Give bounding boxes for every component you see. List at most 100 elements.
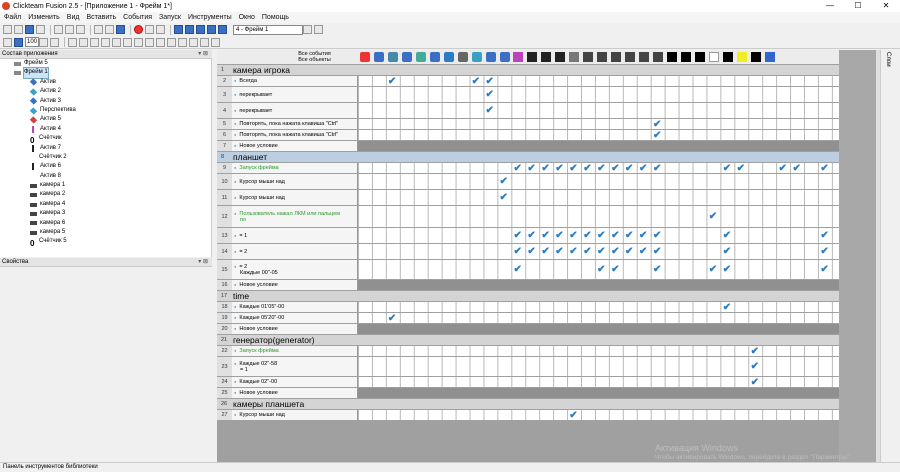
pane-controls[interactable]: ▾ ⊠ [198, 50, 212, 58]
object-icon[interactable] [694, 52, 705, 62]
menu-item-7[interactable]: Окно [239, 14, 255, 21]
action-checkmark[interactable]: ✔ [639, 231, 647, 241]
action-checkmark[interactable]: ✔ [527, 231, 535, 241]
menu-item-2[interactable]: Вид [67, 14, 80, 21]
condition[interactable]: Новое условие [232, 141, 358, 151]
frame-editor-icon[interactable] [185, 25, 194, 34]
action-checkmark[interactable]: ✔ [723, 231, 731, 241]
action-checkmark[interactable]: ✔ [751, 346, 759, 357]
action-checkmark[interactable]: ✔ [472, 76, 480, 87]
tools-icon[interactable] [211, 37, 220, 47]
object-icon[interactable] [541, 52, 552, 62]
action-cells[interactable]: ✔ ✔ ✔ ✔ ✔ ✔ ✔ ✔ ✔ ✔ ✔ ✔ ✔ [358, 228, 839, 243]
action-checkmark[interactable]: ✔ [639, 247, 647, 257]
action-checkmark[interactable]: ✔ [555, 231, 563, 241]
menu-item-0[interactable]: Файл [4, 14, 21, 21]
condition[interactable]: перекрывает [232, 87, 358, 102]
action-checkmark[interactable]: ✔ [611, 163, 619, 174]
hide-icon[interactable] [189, 37, 198, 47]
object-icon[interactable] [513, 52, 524, 62]
condition[interactable]: Запуск фрейма [232, 163, 358, 173]
layers-tab[interactable]: Слои [885, 52, 891, 67]
tree-item[interactable]: Актив 7 [0, 144, 211, 153]
object-icon[interactable] [722, 52, 733, 62]
tree-item[interactable]: камера 3 [0, 209, 211, 218]
action-checkmark[interactable]: ✔ [500, 177, 508, 187]
action-checkmark[interactable]: ✔ [751, 362, 759, 372]
action-checkmark[interactable]: ✔ [513, 265, 521, 275]
action-checkmark[interactable]: ✔ [611, 265, 619, 275]
action-checkmark[interactable]: ✔ [388, 313, 396, 324]
condition[interactable]: Новое условие [232, 280, 358, 290]
object-icon[interactable] [666, 52, 677, 62]
event-row[interactable]: 12Пользователь нажал ЛКМ или пальцемпо ✔ [217, 206, 839, 228]
object-icon[interactable] [471, 52, 482, 62]
action-checkmark[interactable]: ✔ [751, 377, 759, 388]
action-cells[interactable]: ✔ ✔ ✔ [358, 76, 839, 86]
action-checkmark[interactable]: ✔ [611, 247, 619, 257]
grid-icon[interactable] [3, 37, 12, 47]
tree-item[interactable]: камера 5 [0, 228, 211, 237]
action-checkmark[interactable]: ✔ [583, 163, 591, 174]
align-top-icon[interactable] [90, 37, 99, 47]
object-icon[interactable] [485, 52, 496, 62]
tree-item[interactable]: 0 Счётчик 5 [0, 237, 211, 248]
tree-item[interactable]: Актив 3 [0, 97, 211, 106]
save-icon[interactable] [25, 25, 34, 34]
event-row[interactable]: 5Повторять, пока нажата клавиша "Ctrl" ✔ [217, 119, 839, 130]
action-checkmark[interactable]: ✔ [513, 231, 521, 241]
tree-item[interactable]: Актив 8 [0, 172, 211, 181]
action-checkmark[interactable]: ✔ [737, 163, 745, 174]
tree-item[interactable]: Фрейм 5 [0, 59, 211, 68]
condition[interactable]: = 2Каждые 00"-05 [232, 260, 358, 279]
action-checkmark[interactable]: ✔ [597, 247, 605, 257]
object-icon[interactable] [569, 52, 580, 62]
action-checkmark[interactable]: ✔ [555, 247, 563, 257]
tree-item[interactable]: Актив 2 [0, 87, 211, 96]
tree-item[interactable]: Актив 6 [0, 162, 211, 171]
object-icon[interactable] [764, 52, 775, 62]
paste-icon[interactable] [76, 25, 85, 34]
tree-item[interactable]: Фрейм 1 [0, 67, 211, 79]
stop-icon[interactable] [134, 25, 143, 34]
condition[interactable]: Каждые 02"-58= 1 [232, 357, 358, 376]
action-checkmark[interactable]: ✔ [653, 231, 661, 241]
event-list-icon[interactable] [207, 25, 216, 34]
condition[interactable]: Повторять, пока нажата клавиша "Ctrl" [232, 130, 358, 140]
object-icon[interactable] [583, 52, 594, 62]
zoom-out-icon[interactable] [50, 37, 59, 47]
action-cells[interactable]: ✔ [358, 87, 839, 102]
tree-item[interactable]: Актив [0, 78, 211, 87]
action-cells[interactable]: ✔ [358, 410, 839, 420]
zoom-in-icon[interactable] [39, 37, 48, 47]
condition[interactable]: Новое условие [232, 388, 358, 398]
tree-item[interactable]: 0 Счётчик 2 [0, 153, 211, 164]
action-cells[interactable] [358, 280, 839, 290]
action-cells[interactable]: ✔ [358, 206, 839, 227]
event-row[interactable]: 18Каждые 01'05"-00 ✔ [217, 302, 839, 313]
action-checkmark[interactable]: ✔ [500, 193, 508, 203]
frame-select[interactable]: 4 - Фрейм 1 [233, 24, 303, 35]
event-row[interactable]: 2Всегда ✔ ✔ ✔ [217, 76, 839, 87]
menu-item-8[interactable]: Помощь [262, 14, 289, 21]
select-icon[interactable] [156, 37, 165, 47]
close-button[interactable]: ✕ [872, 0, 900, 12]
tree-item[interactable]: камера 6 [0, 219, 211, 228]
object-icon[interactable] [457, 52, 468, 62]
action-checkmark[interactable]: ✔ [611, 231, 619, 241]
tree-item[interactable]: Актив 5 [0, 115, 211, 124]
menu-item-6[interactable]: Инструменты [188, 14, 232, 21]
tree-item[interactable]: Перспектива [0, 106, 211, 115]
action-checkmark[interactable]: ✔ [486, 90, 494, 100]
action-cells[interactable]: ✔ ✔ ✔ ✔ ✔ ✔ ✔ [358, 260, 839, 279]
event-group[interactable]: 8 планшет [217, 152, 839, 163]
condition[interactable]: = 1 [232, 228, 358, 243]
action-checkmark[interactable]: ✔ [569, 410, 577, 421]
condition[interactable]: Пользователь нажал ЛКМ или пальцемпо [232, 206, 358, 227]
action-checkmark[interactable]: ✔ [820, 265, 828, 275]
object-icon[interactable] [415, 52, 426, 62]
action-cells[interactable] [358, 141, 839, 151]
event-row[interactable]: 9Запуск фрейма ✔ ✔ ✔ ✔ ✔ ✔ ✔ ✔ ✔ ✔ ✔ ✔ ✔ ✔ ✔ ✔ [217, 163, 839, 174]
distribute-icon[interactable] [112, 37, 121, 47]
action-checkmark[interactable]: ✔ [723, 265, 731, 275]
